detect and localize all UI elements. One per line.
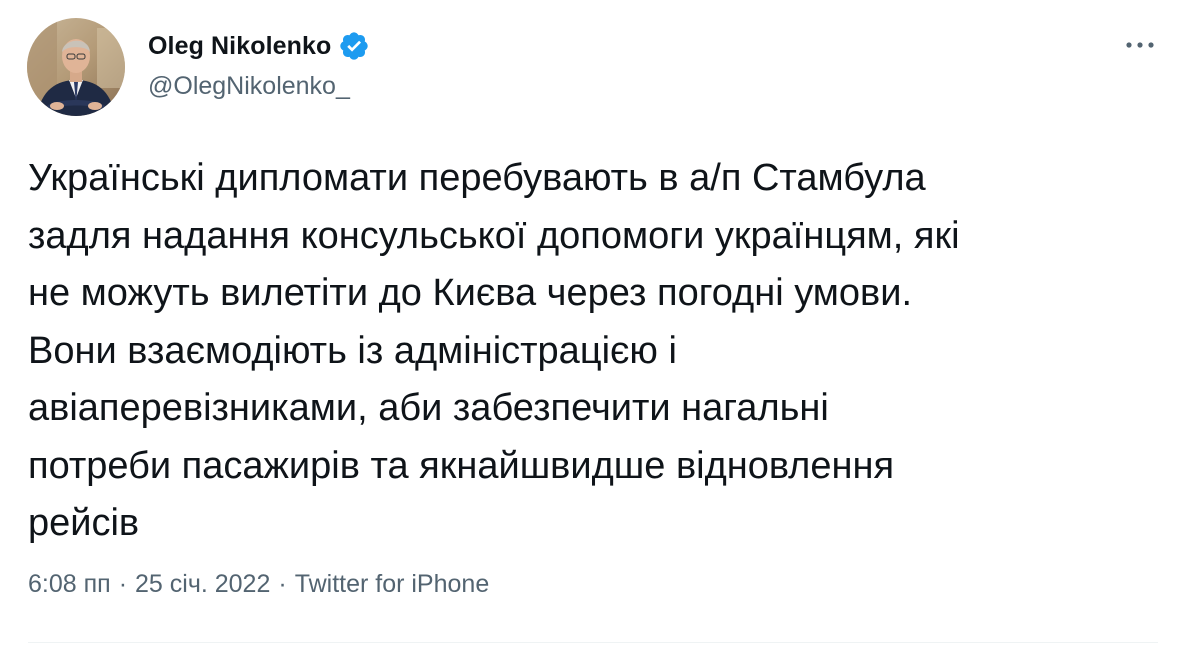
divider [28,642,1158,643]
tweet-meta: 6:08 пп · 25 січ. 2022 · Twitter for iPh… [28,570,489,599]
verified-badge-icon [338,30,370,62]
author-name-row: Oleg Nikolenko [148,30,370,62]
author-display-name[interactable]: Oleg Nikolenko [148,32,331,61]
avatar[interactable] [27,18,125,116]
tweet-time[interactable]: 6:08 пп [28,570,111,599]
author-handle[interactable]: @OlegNikolenko_ [148,72,350,101]
avatar-image [27,18,125,116]
tweet-source[interactable]: Twitter for iPhone [295,570,490,599]
meta-separator: · [278,570,287,598]
tweet-date[interactable]: 25 січ. 2022 [135,570,270,599]
tweet-card: Oleg Nikolenko @OlegNikolenko_ Українськ… [0,0,1196,646]
more-options-button[interactable] [1118,30,1162,60]
more-horizontal-icon [1126,42,1154,48]
meta-separator: · [118,570,128,598]
tweet-text: Українські дипломати перебувають в а/п С… [28,157,960,544]
